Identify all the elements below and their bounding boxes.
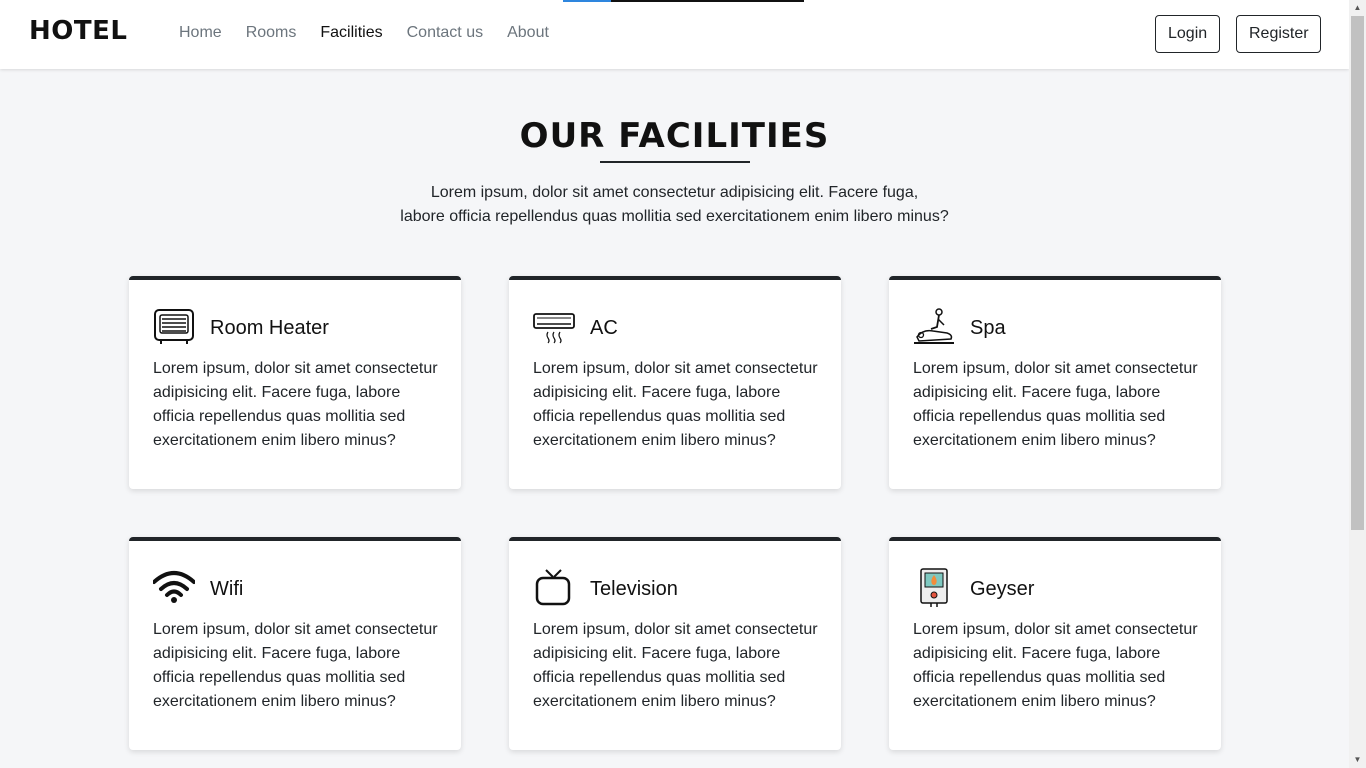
- scroll-up-arrow-icon[interactable]: ▲: [1349, 0, 1366, 16]
- wifi-icon: [153, 571, 195, 603]
- facility-title: Wifi: [210, 578, 244, 600]
- intro-line-2: labore officia repellendus quas mollitia…: [400, 208, 949, 225]
- facility-title: Television: [590, 578, 678, 600]
- nav-link-facilities[interactable]: Facilities: [320, 24, 382, 42]
- ac-icon: [533, 313, 575, 344]
- facility-description: Lorem ipsum, dolor sit amet consectetur …: [153, 621, 438, 710]
- spa-icon: [914, 308, 954, 344]
- title-underline: [600, 161, 750, 163]
- nav-link-about[interactable]: About: [507, 24, 549, 42]
- heater-icon: [154, 309, 194, 344]
- facility-title: Room Heater: [210, 317, 329, 339]
- nav-links: Home Rooms Facilities Contact us About: [179, 24, 573, 42]
- facility-card-room-heater: Room Heater Lorem ipsum, dolor sit amet …: [129, 276, 461, 489]
- facility-description: Lorem ipsum, dolor sit amet consectetur …: [533, 360, 818, 449]
- facility-title: AC: [590, 317, 618, 339]
- facility-card-television: Television Lorem ipsum, dolor sit amet c…: [509, 537, 841, 750]
- page-load-progress: [563, 0, 804, 2]
- nav-link-rooms[interactable]: Rooms: [246, 24, 297, 42]
- scroll-down-arrow-icon[interactable]: ▼: [1349, 752, 1366, 768]
- facility-card-wifi: Wifi Lorem ipsum, dolor sit amet consect…: [129, 537, 461, 750]
- television-icon: [535, 569, 571, 606]
- facility-title: Geyser: [970, 578, 1035, 600]
- nav-link-contact[interactable]: Contact us: [407, 24, 483, 42]
- register-button[interactable]: Register: [1236, 15, 1321, 53]
- facility-description: Lorem ipsum, dolor sit amet consectetur …: [153, 360, 438, 449]
- facility-description: Lorem ipsum, dolor sit amet consectetur …: [913, 360, 1198, 449]
- page-scrollbar[interactable]: ▲ ▼: [1349, 0, 1366, 768]
- login-button[interactable]: Login: [1155, 15, 1220, 53]
- scrollbar-thumb[interactable]: [1351, 16, 1364, 530]
- intro-text: Lorem ipsum, dolor sit amet consectetur …: [0, 181, 1349, 229]
- intro-line-1: Lorem ipsum, dolor sit amet consectetur …: [430, 184, 919, 201]
- geyser-icon: [920, 568, 948, 607]
- facility-description: Lorem ipsum, dolor sit amet consectetur …: [913, 621, 1198, 710]
- page-title: OUR FACILITIES: [519, 116, 830, 156]
- nav-link-home[interactable]: Home: [179, 24, 222, 42]
- facility-card-spa: Spa Lorem ipsum, dolor sit amet consecte…: [889, 276, 1221, 489]
- facility-description: Lorem ipsum, dolor sit amet consectetur …: [533, 621, 818, 710]
- facility-card-ac: AC Lorem ipsum, dolor sit amet consectet…: [509, 276, 841, 489]
- brand-logo[interactable]: HOTEL: [29, 16, 127, 46]
- navbar: HOTEL Home Rooms Facilities Contact us A…: [0, 0, 1349, 69]
- facility-title: Spa: [970, 317, 1006, 339]
- facility-card-geyser: Geyser Lorem ipsum, dolor sit amet conse…: [889, 537, 1221, 750]
